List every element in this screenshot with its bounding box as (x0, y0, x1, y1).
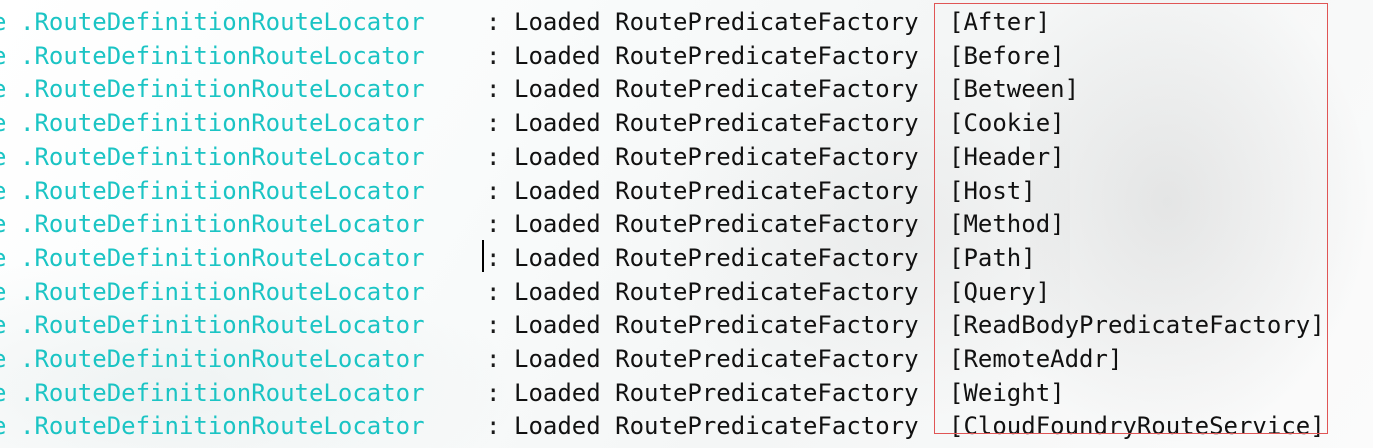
logger-name: .RouteDefinitionRouteLocator (20, 8, 425, 36)
log-message: Loaded RoutePredicateFactory (514, 75, 919, 104)
separator: : (486, 243, 501, 272)
separator: : (486, 345, 501, 373)
predicate-name: [RemoteAddr] (949, 345, 1123, 373)
predicate-name: [ReadBodyPredicateFactory] (949, 311, 1325, 340)
predicate-name: [After] (949, 8, 1051, 36)
log-message: Loaded RoutePredicateFactory (514, 176, 919, 205)
predicate-name: [Path] (949, 243, 1036, 272)
logger-name: .RouteDefinitionRouteLocator (20, 412, 425, 441)
separator: : (486, 109, 501, 138)
log-message: Loaded RoutePredicateFactory (514, 8, 919, 36)
logger-prefix: e (0, 275, 6, 309)
logger-name: .RouteDefinitionRouteLocator (20, 109, 425, 138)
separator: : (486, 176, 501, 205)
predicate-name: [Between] (949, 75, 1080, 104)
logger-name: .RouteDefinitionRouteLocator (20, 142, 425, 171)
predicate-name: [Host] (949, 176, 1036, 205)
log-message: Loaded RoutePredicateFactory (514, 41, 919, 70)
log-message: Loaded RoutePredicateFactory (514, 378, 919, 407)
logger-name: .RouteDefinitionRouteLocator (20, 311, 425, 340)
console-output[interactable]: e .RouteDefinitionRouteLocator: Loaded Rou… (0, 0, 1373, 448)
separator: : (486, 277, 501, 306)
background-art (1030, 0, 1373, 448)
separator: : (486, 142, 501, 171)
logger-name: .RouteDefinitionRouteLocator (20, 210, 425, 239)
separator: : (486, 210, 501, 239)
logger-name: .RouteDefinitionRouteLocator (20, 243, 425, 272)
logger-prefix: e (0, 308, 6, 342)
separator: : (486, 378, 501, 407)
separator: : (486, 8, 501, 36)
log-message: Loaded RoutePredicateFactory (514, 412, 919, 441)
log-message: Loaded RoutePredicateFactory (514, 345, 919, 373)
logger-prefix: e (0, 72, 6, 106)
logger-prefix: e (0, 409, 6, 443)
predicate-name: [CloudFoundryRouteService] (949, 412, 1325, 441)
logger-name: .RouteDefinitionRouteLocator (20, 277, 425, 306)
log-message: Loaded RoutePredicateFactory (514, 311, 919, 340)
logger-prefix: e (0, 106, 6, 140)
predicate-name: [Method] (949, 210, 1065, 239)
logger-name: .RouteDefinitionRouteLocator (20, 345, 425, 373)
logger-prefix: e (0, 39, 6, 73)
logger-name: .RouteDefinitionRouteLocator (20, 176, 425, 205)
logger-prefix: e (0, 376, 6, 410)
log-message: Loaded RoutePredicateFactory (514, 142, 919, 171)
logger-name: .RouteDefinitionRouteLocator (20, 75, 425, 104)
logger-name: .RouteDefinitionRouteLocator (20, 41, 425, 70)
predicate-name: [Before] (949, 41, 1065, 70)
logger-name: .RouteDefinitionRouteLocator (20, 378, 425, 407)
separator: : (486, 41, 501, 70)
separator: : (486, 311, 501, 340)
separator: : (486, 412, 501, 441)
logger-prefix: e (0, 241, 6, 275)
predicate-name: [Cookie] (949, 109, 1065, 138)
separator: : (486, 75, 501, 104)
log-message: Loaded RoutePredicateFactory (514, 243, 919, 272)
logger-prefix: e (0, 342, 6, 376)
logger-prefix: e (0, 174, 6, 208)
predicate-name: [Header] (949, 142, 1065, 171)
logger-prefix: e (0, 5, 6, 39)
logger-prefix: e (0, 140, 6, 174)
log-message: Loaded RoutePredicateFactory (514, 277, 919, 306)
text-cursor (482, 240, 484, 272)
predicate-name: [Query] (949, 277, 1051, 306)
logger-prefix: e (0, 207, 6, 241)
log-message: Loaded RoutePredicateFactory (514, 210, 919, 239)
predicate-name: [Weight] (949, 378, 1065, 407)
log-message: Loaded RoutePredicateFactory (514, 109, 919, 138)
